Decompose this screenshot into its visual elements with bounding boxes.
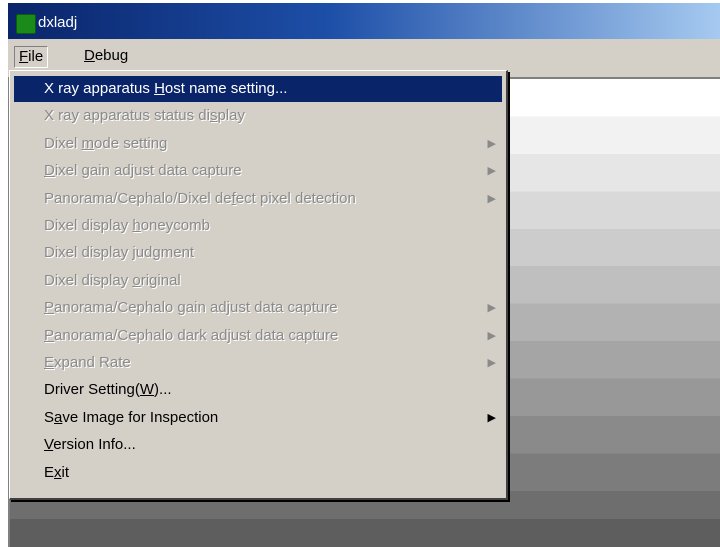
menu-item-label-accel: V [44, 436, 54, 454]
menu-item-label-accel: x [54, 463, 62, 481]
menu-item-label: Dixel display judgment [44, 240, 194, 266]
menu-item-label: Panorama/Cephalo gain adjust data captur… [44, 295, 338, 321]
menu-item-label: Version Info... [44, 432, 136, 458]
menu-item-pano-gain-capture[interactable]: Panorama/Cephalo gain adjust data captur… [14, 295, 502, 321]
menu-item-label-accel: o [132, 271, 141, 289]
menu-item-driver-setting[interactable]: Driver Setting(W)... [14, 377, 502, 403]
menu-item-label-post: ve Image for Inspection [62, 408, 219, 426]
app-icon[interactable] [16, 14, 36, 34]
menu-item-exit[interactable]: Exit [14, 460, 502, 486]
title-bar[interactable]: dxladj [8, 3, 720, 39]
menu-item-label-pre: Dixel display [44, 271, 133, 289]
menu-file-rest: ile [28, 48, 44, 65]
menu-item-label: X ray apparatus status display [44, 103, 245, 129]
submenu-arrow-icon: ▶ [487, 302, 496, 315]
menu-item-pano-dark-capture[interactable]: Panorama/Cephalo dark adjust data captur… [14, 323, 502, 349]
menu-item-label-post: riginal [140, 271, 181, 289]
menu-item-xray-status-display[interactable]: X ray apparatus status display [14, 103, 502, 129]
menu-item-label-pre: S [44, 408, 55, 426]
file-menu-dropdown: X ray apparatus Host name setting... X ra… [9, 70, 508, 500]
menu-item-version-info[interactable]: Version Info... [14, 432, 502, 458]
submenu-arrow-icon: ▶ [487, 137, 496, 150]
menu-item-save-image[interactable]: Save Image for Inspection ▶ [14, 405, 502, 431]
menu-item-label: Panorama/Cephalo dark adjust data captur… [44, 323, 338, 349]
menu-item-label-accel: m [81, 134, 95, 152]
menu-item-label-pre: X ray apparatus status di [44, 107, 210, 125]
menu-bar: File Debug [8, 41, 720, 71]
menu-item-label-accel: W [139, 381, 155, 399]
menu-item-label-post: ixel gain adjust data capture [54, 162, 242, 180]
menu-item-label-post: anorama/Cephalo dark adjust data capture [54, 326, 339, 344]
menu-item-label-post: udgment [135, 244, 195, 262]
menu-item-label: Dixel display honeycomb [44, 213, 210, 239]
submenu-arrow-icon: ▶ [487, 357, 496, 369]
submenu-arrow-icon: ▶ [487, 411, 496, 424]
menu-item-display-judgment[interactable]: Dixel display judgment [14, 240, 502, 266]
menu-debug-accel: D [84, 47, 95, 64]
menu-item-display-original[interactable]: Dixel display original [14, 268, 502, 294]
menu-item-label: Dixel gain adjust data capture [44, 158, 242, 184]
menu-item-label: Exit [44, 460, 69, 486]
menu-item-label-pre: Dixel display [44, 217, 133, 234]
menu-item-label-accel: E [44, 354, 55, 371]
menu-debug[interactable]: Debug [80, 46, 132, 66]
menu-item-label-post: ect pixel detection [235, 189, 356, 207]
menu-item-label-pre: Driver Setting( [44, 381, 140, 399]
menu-item-label-post: )... [154, 381, 172, 399]
menu-item-dixel-mode-setting[interactable]: Dixel mode setting ▶ [14, 131, 502, 157]
menu-item-label: Panorama/Cephalo/Dixel defect pixel dete… [44, 186, 356, 212]
menu-item-label-accel: P [44, 299, 55, 317]
menu-item-label-post: xpand Rate [54, 354, 131, 371]
menu-item-label-post: play [217, 107, 245, 125]
menu-item-label-post: ersion Info... [53, 436, 136, 454]
menu-item-label-post: ode setting [94, 134, 168, 152]
menu-item-label-post: anorama/Cephalo gain adjust data capture [54, 299, 338, 317]
menu-item-label-accel: D [44, 162, 55, 180]
menu-item-label-pre: E [44, 463, 55, 481]
menu-item-label: Driver Setting(W)... [44, 377, 172, 403]
menu-item-label: Expand Rate [44, 350, 131, 376]
menu-item-label-pre: Dixel [44, 134, 82, 152]
menu-item-label-pre: X ray apparatus [44, 80, 155, 97]
menu-item-display-honeycomb[interactable]: Dixel display honeycomb [14, 213, 502, 239]
menu-item-dixel-gain-capture[interactable]: Dixel gain adjust data capture ▶ [14, 158, 502, 184]
menu-item-label-accel: H [154, 80, 165, 97]
menu-file-accel: F [19, 48, 29, 65]
menu-debug-rest: ebug [94, 47, 129, 64]
menu-item-label-post: ost name setting... [164, 80, 288, 97]
submenu-arrow-icon: ▶ [487, 165, 496, 178]
menu-item-label-accel: h [132, 217, 141, 234]
submenu-arrow-icon: ▶ [487, 329, 496, 342]
submenu-arrow-icon: ▶ [487, 192, 496, 205]
window-title: dxladj [38, 14, 78, 31]
menu-item-label: Dixel mode setting [44, 131, 167, 157]
menu-item-defect-pixel-detection[interactable]: Panorama/Cephalo/Dixel defect pixel dete… [14, 186, 502, 212]
menu-item-label: Dixel display original [44, 268, 181, 294]
menu-item-label-accel: P [44, 326, 55, 344]
menu-file[interactable]: File [14, 46, 49, 68]
menu-item-label-post: it [61, 463, 70, 481]
menu-item-xray-host-name[interactable]: X ray apparatus Host name setting... [14, 76, 502, 102]
menu-item-expand-rate[interactable]: Expand Rate ▶ [14, 350, 502, 376]
menu-item-label-pre: Panorama/Cephalo/Dixel de [44, 189, 232, 207]
menu-item-label-post: oneycomb [140, 217, 210, 234]
menu-item-label: X ray apparatus Host name setting... [44, 76, 287, 102]
menu-item-label-pre: Dixel display [44, 244, 133, 262]
menu-item-label: Save Image for Inspection [44, 405, 218, 431]
